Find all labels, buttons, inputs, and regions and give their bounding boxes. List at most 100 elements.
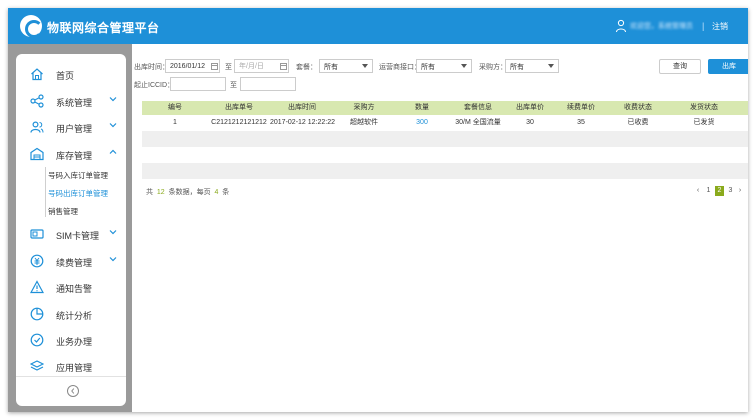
sidebar-divider	[16, 376, 126, 377]
summary-suffix: 条	[222, 189, 230, 196]
package-label: 套餐：	[296, 64, 317, 71]
date-range-separator: 至	[225, 64, 232, 71]
cell-id: 1	[173, 119, 177, 126]
page-3-button[interactable]: 3	[726, 186, 735, 196]
logout-link[interactable]: 注销	[712, 21, 728, 32]
sidebar-item-label: 业务办理	[56, 337, 93, 347]
column-header: 发货状态	[690, 104, 718, 111]
operator-label: 运营商接口：	[379, 64, 421, 71]
sidebar-item-system[interactable]: 系统管理	[16, 89, 126, 113]
sim-card-icon	[30, 229, 44, 239]
operator-select[interactable]: 所有	[416, 59, 472, 73]
total-count: 12	[156, 189, 165, 196]
iccid-range-separator: 至	[230, 82, 237, 89]
chevron-down-icon	[109, 257, 117, 262]
sidebar-item-label: 应用管理	[56, 363, 93, 373]
sidebar-item-label: 续费管理	[56, 258, 93, 268]
summary-mid: 条数据，每页	[168, 189, 211, 196]
column-header: 收费状态	[624, 104, 652, 111]
per-page-count: 4	[214, 189, 219, 196]
column-header: 出库单价	[516, 104, 544, 111]
page-2-button[interactable]: 2	[715, 186, 724, 196]
collapse-sidebar-button[interactable]	[67, 385, 79, 397]
user-icon	[616, 19, 626, 33]
table-row-empty	[142, 163, 748, 179]
layers-icon	[30, 360, 44, 371]
submenu-item-outbound-orders[interactable]: 号码出库订单管理	[48, 188, 108, 199]
sidebar-item-business[interactable]: 业务办理	[16, 328, 126, 352]
operator-select-value: 所有	[421, 64, 435, 71]
users-icon	[30, 121, 44, 133]
column-header: 出库单号	[225, 104, 253, 111]
cell-order-no: C2121212121212	[211, 119, 267, 126]
package-select[interactable]: 所有	[319, 59, 373, 73]
prev-page-button[interactable]: ‹	[694, 186, 702, 196]
query-button[interactable]: 查询	[659, 59, 701, 74]
column-header: 出库时间	[288, 104, 316, 111]
cell-buyer: 超越软件	[350, 119, 378, 126]
table-row-empty	[142, 147, 748, 163]
caret-down-icon	[548, 64, 554, 68]
column-header: 套餐信息	[464, 104, 492, 111]
submenu-item-inbound-orders[interactable]: 号码入库订单管理	[48, 170, 108, 181]
package-select-value: 所有	[324, 64, 338, 71]
column-header: 编号	[168, 104, 182, 111]
user-name: 欢迎您，系统管理员	[630, 23, 693, 30]
header-divider: |	[702, 21, 705, 31]
iccid-start-input[interactable]	[170, 77, 226, 91]
submenu-guide-line	[45, 167, 46, 217]
table-row-empty	[142, 131, 748, 147]
sidebar-item-alerts[interactable]: 通知告警	[16, 275, 126, 299]
business-icon	[30, 333, 44, 347]
outbound-orders-table: 编号 出库单号 出库时间 采购方 数量 套餐信息 出库单价 续费单价 收费状态 …	[142, 101, 748, 179]
home-icon	[31, 68, 43, 81]
page-1-button[interactable]: 1	[704, 186, 713, 196]
sidebar-item-label: 库存管理	[56, 151, 93, 161]
cell-charge-status: 已收费	[627, 119, 649, 126]
sidebar-item-home[interactable]: 首页	[16, 62, 126, 86]
sidebar-item-users[interactable]: 用户管理	[16, 115, 126, 139]
caret-down-icon	[461, 64, 467, 68]
outbound-button[interactable]: 出库	[708, 59, 748, 74]
sidebar-item-statistics[interactable]: 统计分析	[16, 302, 126, 326]
sidebar-item-apps[interactable]: 应用管理	[16, 354, 126, 378]
cell-renew-price: 35	[577, 119, 585, 126]
app-title: 物联网综合管理平台	[47, 21, 160, 35]
calendar-icon[interactable]	[280, 63, 287, 70]
sidebar: 首页 系统管理 用户管理 库存管理 号码入库订单管理 号码出库订单管理 销售管理…	[16, 54, 126, 406]
sidebar-item-label: 统计分析	[56, 311, 93, 321]
table-row[interactable]: 1 C2121212121212 2017-02-12 12:22:22 超越软…	[142, 115, 748, 131]
column-header: 采购方	[353, 104, 375, 111]
caret-down-icon	[362, 64, 368, 68]
chevron-down-icon	[109, 230, 117, 235]
top-bar: 物联网综合管理平台 欢迎您，系统管理员 | 注销	[8, 8, 748, 44]
sidebar-item-renewal[interactable]: 续费管理	[16, 249, 126, 273]
chevron-left-icon	[71, 388, 75, 394]
calendar-icon[interactable]	[211, 63, 218, 70]
cell-package: 30/M 全国流量	[455, 119, 501, 126]
sidebar-item-label: 首页	[56, 71, 75, 81]
alert-icon	[30, 280, 44, 294]
chevron-down-icon	[109, 123, 117, 128]
sidebar-item-sim[interactable]: SIM卡管理	[16, 222, 126, 246]
buyer-label: 采购方：	[479, 64, 507, 71]
iccid-end-input[interactable]	[240, 77, 296, 91]
sidebar-item-label: 系统管理	[56, 98, 93, 108]
submenu-item-sales[interactable]: 销售管理	[48, 206, 78, 217]
next-page-button[interactable]: ›	[736, 186, 744, 196]
iccid-range-label: 起止ICCID：	[134, 82, 175, 89]
buyer-select[interactable]: 所有	[505, 59, 559, 73]
sidebar-item-label: 通知告警	[56, 284, 93, 294]
cell-quantity-link[interactable]: 300	[394, 115, 450, 131]
sidebar-item-label: SIM卡管理	[56, 231, 100, 241]
pagination-summary: 共 12 条数据，每页 4 条	[146, 187, 229, 197]
out-time-label: 出库时间：	[134, 64, 169, 71]
buyer-select-value: 所有	[510, 64, 524, 71]
renew-coin-icon	[30, 254, 44, 268]
sidebar-item-inventory[interactable]: 库存管理	[16, 142, 126, 166]
table-header-row: 编号 出库单号 出库时间 采购方 数量 套餐信息 出库单价 续费单价 收费状态 …	[142, 101, 748, 115]
sidebar-item-label: 用户管理	[56, 124, 93, 134]
chevron-up-icon	[109, 149, 117, 154]
cell-ship-status: 已发货	[693, 119, 715, 126]
cell-out-price: 30	[526, 119, 534, 126]
